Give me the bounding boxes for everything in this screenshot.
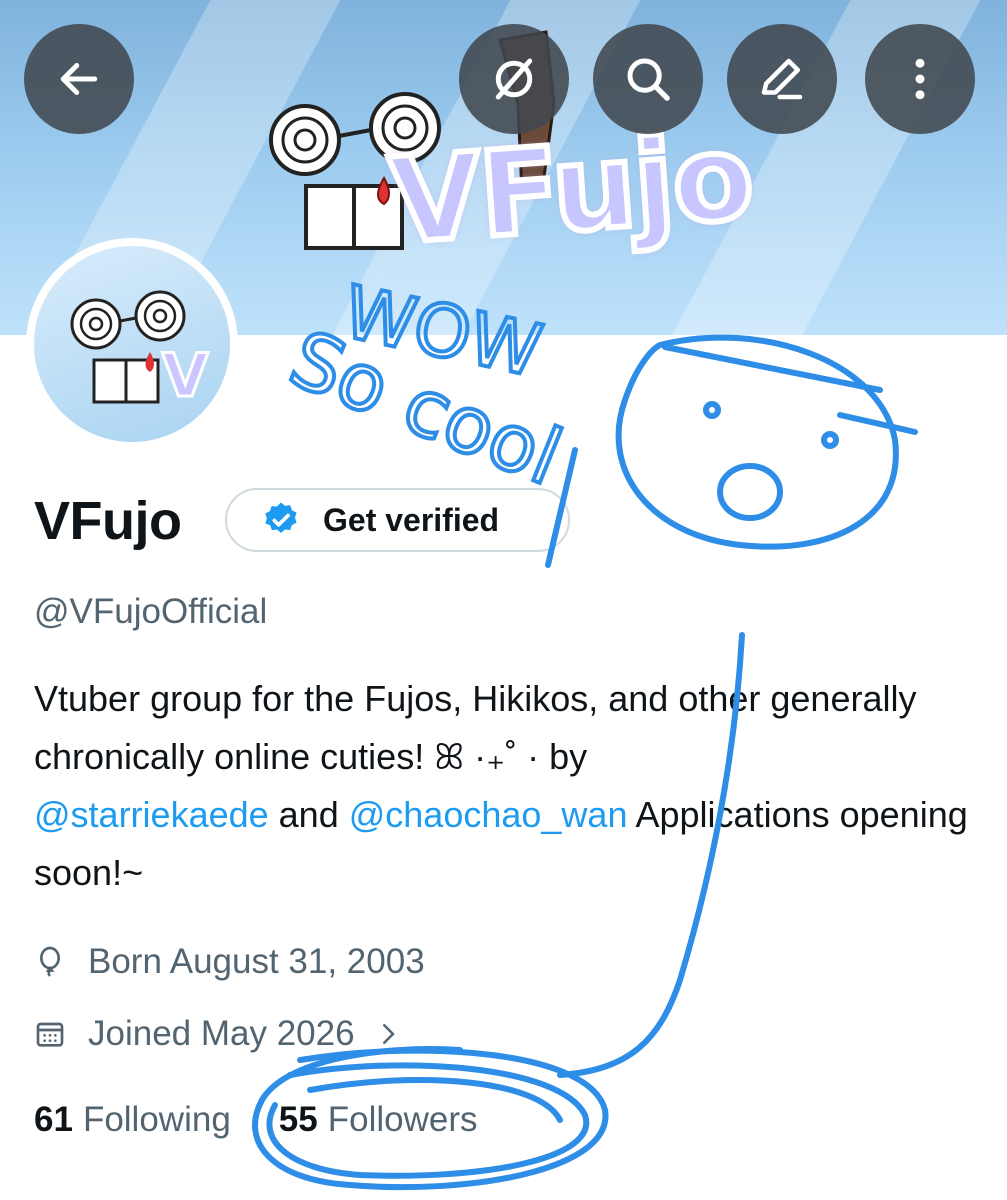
more-vertical-icon <box>915 58 925 100</box>
balloon-icon <box>40 946 60 977</box>
verified-badge-icon <box>265 502 297 533</box>
bio-text-and: and <box>268 794 349 835</box>
svg-text:V: V <box>162 341 209 411</box>
mute-sync-button[interactable] <box>459 24 569 134</box>
get-verified-button[interactable]: Get verified <box>225 488 570 552</box>
followers-count: 55 <box>278 1100 318 1139</box>
following-count: 61 <box>34 1100 73 1139</box>
joined-text: Joined May 2026 <box>88 1014 355 1053</box>
search-button[interactable] <box>593 24 703 134</box>
profile-handle: @VFujoOfficial <box>34 592 268 631</box>
profile-name: VFujo <box>34 491 182 551</box>
mention-link-chaochao[interactable]: @chaochao_wan <box>349 794 628 835</box>
avatar[interactable]: V <box>26 238 238 450</box>
following-link[interactable]: 61 Following <box>34 1100 231 1140</box>
follow-stats: 61 Following 55 Followers <box>34 1100 526 1140</box>
mention-link-starriekaede[interactable]: @starriekaede <box>34 794 269 835</box>
more-options-button[interactable] <box>865 24 975 134</box>
edit-button[interactable] <box>727 24 837 134</box>
born-text: Born August 31, 2003 <box>88 942 425 981</box>
following-label: Following <box>82 1100 231 1139</box>
arrow-left-icon <box>60 63 98 95</box>
search-icon <box>627 58 670 101</box>
avatar-logo-art: V <box>70 290 211 413</box>
no-sync-icon <box>495 58 533 100</box>
born-row: Born August 31, 2003 <box>34 942 425 982</box>
followers-label: Followers <box>327 1100 478 1139</box>
get-verified-label: Get verified <box>323 501 500 538</box>
banner-logo-text: VFujo <box>383 105 759 274</box>
joined-row: Joined May 2026 <box>34 1014 425 1054</box>
annotation-so-cool: So cool <box>278 314 573 503</box>
edit-icon <box>761 58 803 100</box>
followers-link[interactable]: 55 Followers <box>279 1100 478 1140</box>
profile-bio: Vtuber group for the Fujos, Hikikos, and… <box>34 670 984 902</box>
back-button[interactable] <box>24 24 134 134</box>
chevron-right-icon[interactable] <box>373 1019 403 1049</box>
calendar-icon <box>36 1022 64 1047</box>
bio-sparkle: ꕤ ·₊˚ · by <box>434 736 588 777</box>
